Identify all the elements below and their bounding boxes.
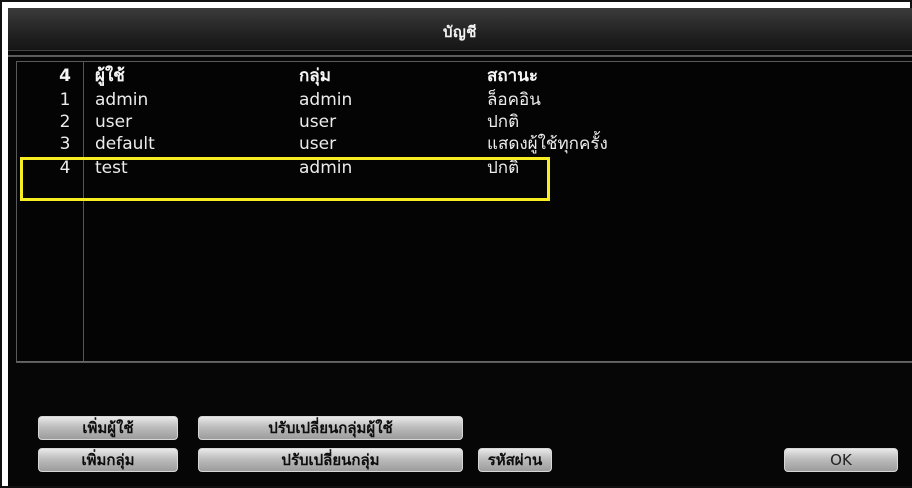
- row-index: 3: [59, 134, 71, 154]
- table-row[interactable]: 1 admin admin ล็อคอิน: [17, 90, 907, 110]
- header-user: ผู้ใช้: [95, 66, 125, 86]
- table-row[interactable]: 2 user user ปกติ: [17, 112, 907, 132]
- row-group: user: [299, 112, 337, 132]
- header-status: สถานะ: [487, 66, 538, 86]
- row-index: 2: [59, 112, 71, 132]
- title-divider: [8, 55, 912, 57]
- table-row[interactable]: 3 default user แสดงผู้ใช้ทุกครั้ง: [17, 134, 907, 154]
- highlight-box: [20, 157, 550, 201]
- list-bottom-border: [17, 361, 912, 362]
- user-list[interactable]: 4 ผู้ใช้ กลุ่ม สถานะ 1 admin admin ล็อคอ…: [16, 61, 912, 363]
- title-bar: บัญชี: [8, 8, 912, 51]
- row-index: 1: [59, 90, 71, 110]
- account-dialog: บัญชี 4 ผู้ใช้ กลุ่ม สถานะ 1 admin admin…: [8, 8, 912, 486]
- change-user-group-button[interactable]: ปรับเปลี่ยนกลุ่มผู้ใช้: [198, 416, 463, 440]
- screenshot-frame: บัญชี 4 ผู้ใช้ กลุ่ม สถานะ 1 admin admin…: [0, 0, 912, 488]
- password-button[interactable]: รหัสผ่าน: [478, 448, 552, 472]
- row-user: admin: [95, 90, 149, 110]
- row-group: admin: [299, 90, 353, 110]
- row-status: ล็อคอิน: [487, 90, 541, 110]
- row-status: แสดงผู้ใช้ทุกครั้ง: [487, 134, 608, 154]
- change-group-button[interactable]: ปรับเปลี่ยนกลุ่ม: [198, 448, 463, 472]
- dialog-title: บัญชี: [443, 23, 477, 41]
- row-status: ปกติ: [487, 112, 520, 132]
- row-user: default: [95, 134, 155, 154]
- row-user: user: [95, 112, 133, 132]
- row-group: user: [299, 134, 337, 154]
- add-user-button[interactable]: เพิ่มผู้ใช้: [38, 416, 178, 440]
- header-group: กลุ่ม: [299, 66, 331, 86]
- add-group-button[interactable]: เพิ่มกลุ่ม: [38, 448, 178, 472]
- list-header: 4 ผู้ใช้ กลุ่ม สถานะ: [17, 66, 907, 86]
- header-count: 4: [59, 66, 71, 86]
- ok-button[interactable]: OK: [784, 448, 898, 472]
